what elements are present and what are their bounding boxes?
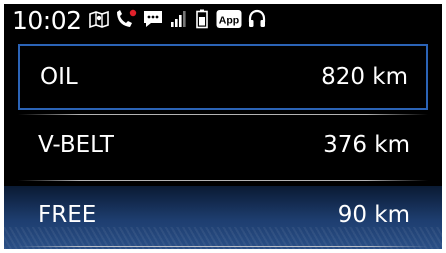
item-label: FREE [38,202,97,228]
item-value: 376 km [323,132,410,158]
status-bar: 10:02 App [4,4,442,38]
item-label: V-BELT [38,132,114,158]
message-icon [142,9,164,33]
item-value: 820 km [321,64,408,90]
app-icon: App [216,9,242,33]
clock: 10:02 [12,6,82,35]
missed-call-icon [114,9,138,33]
app-badge-label: App [218,15,238,27]
map-icon [88,9,110,33]
list-item-free[interactable]: FREE 90 km [18,182,428,248]
item-label: OIL [40,64,78,90]
divider [18,180,428,181]
list-item-v-belt[interactable]: V-BELT 376 km [18,112,428,178]
headphones-icon [247,9,267,33]
signal-icon [170,10,188,32]
list-item-oil[interactable]: OIL 820 km [18,44,428,110]
battery-icon [195,9,208,33]
display-screen: 10:02 App OIL 820 km V-BELT 376 km FREE … [4,4,442,249]
divider [18,246,428,247]
item-value: 90 km [337,202,410,228]
